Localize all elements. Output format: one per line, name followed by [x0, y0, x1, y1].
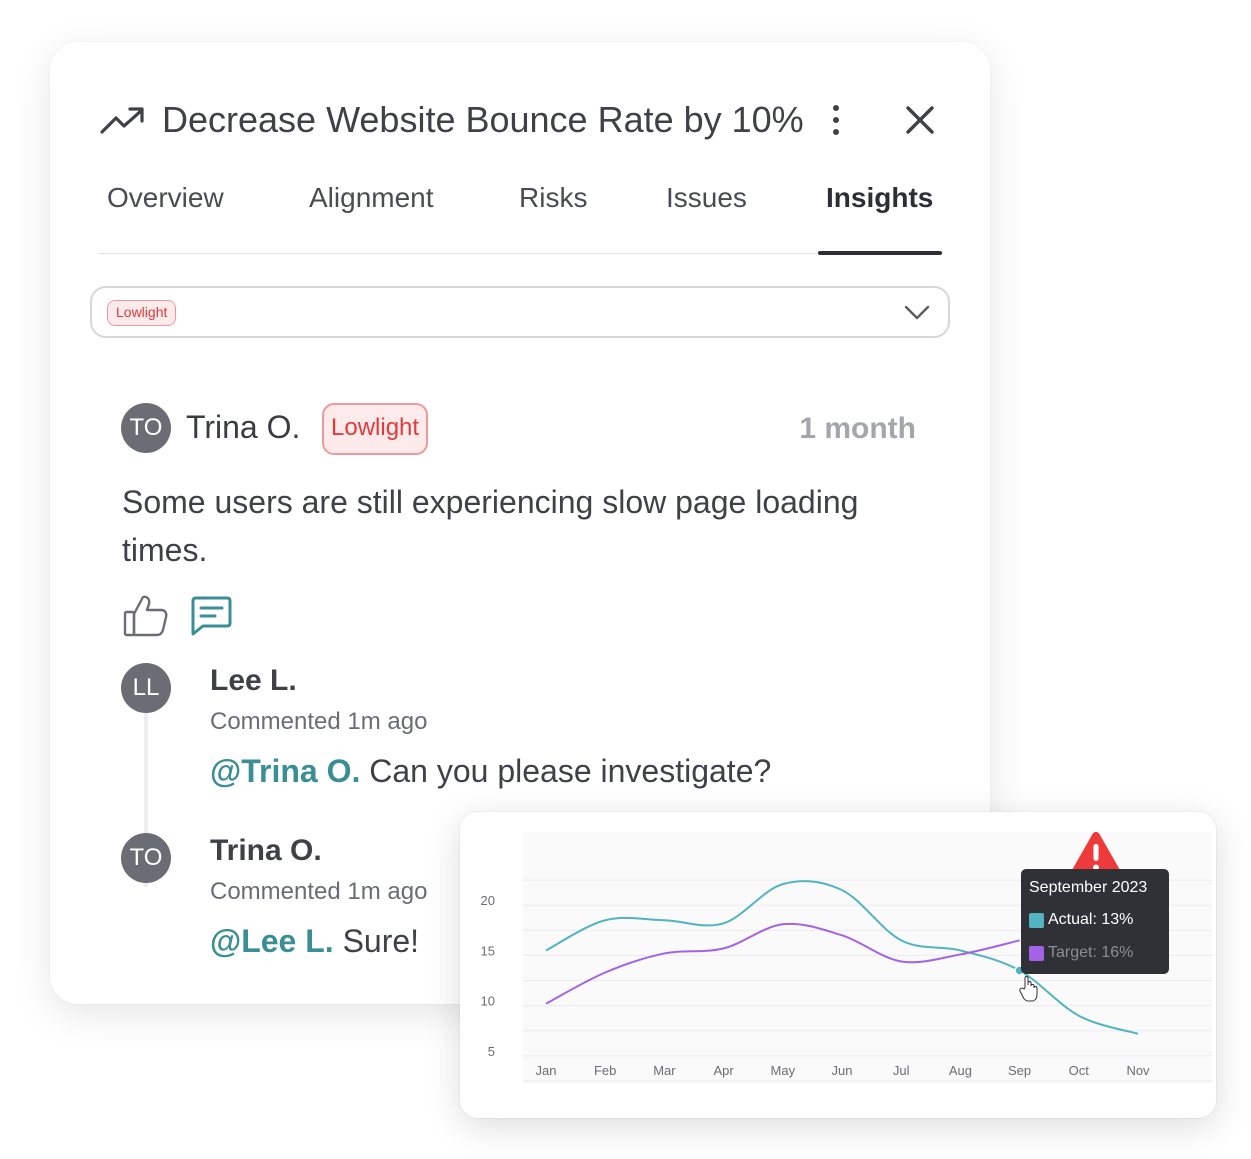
comment-meta: Commented 1m ago: [210, 878, 428, 905]
tab-risks[interactable]: Risks: [519, 182, 587, 214]
x-tick-label: Nov: [1126, 1063, 1150, 1078]
comment-meta: Commented 1m ago: [210, 708, 428, 735]
trending-up-icon: [100, 107, 144, 134]
post-time: 1 month: [799, 412, 916, 445]
thumbs-up-icon[interactable]: [123, 592, 169, 638]
x-tick-label: Oct: [1069, 1063, 1090, 1078]
x-tick-label: Apr: [713, 1063, 734, 1078]
status-badge: Lowlight: [322, 403, 429, 455]
x-tick-label: Feb: [594, 1063, 616, 1078]
x-tick-label: Jul: [893, 1063, 910, 1078]
mention-link[interactable]: @Lee L.: [210, 923, 334, 959]
x-tick-label: Jun: [832, 1063, 853, 1078]
tab-insights[interactable]: Insights: [826, 182, 933, 214]
comment-body: @Lee L. Sure!: [210, 923, 419, 960]
post-text: Some users are still experiencing slow p…: [122, 484, 859, 568]
actual-swatch: [1029, 912, 1044, 928]
chevron-down-icon: [904, 305, 930, 320]
x-tick-label: Mar: [653, 1063, 676, 1078]
comment-author: Trina O.: [210, 834, 322, 867]
avatar: TO: [121, 403, 171, 453]
tab-issues[interactable]: Issues: [666, 182, 747, 214]
avatar: TO: [121, 833, 171, 883]
tab-alignment[interactable]: Alignment: [309, 182, 434, 214]
y-tick-label: 20: [481, 893, 495, 908]
mention-link[interactable]: @Trina O.: [210, 753, 360, 789]
x-tick-label: Sep: [1008, 1063, 1031, 1078]
avatar: LL: [121, 663, 171, 713]
tab-overview[interactable]: Overview: [107, 182, 224, 214]
chart-card: 20 15 10 5 Jan Feb Mar Apr May Jun Jul Aug Sep Oct Nov…: [460, 812, 1216, 1118]
tooltip-target-row: Target: 16%: [1029, 944, 1133, 962]
y-tick-label: 10: [481, 994, 495, 1009]
kebab-menu-icon[interactable]: [824, 102, 848, 138]
comment-body: @Trina O. Can you please investigate?: [210, 753, 771, 790]
close-icon[interactable]: [902, 102, 938, 138]
tooltip-target: Target: 16%: [1048, 944, 1134, 961]
target-swatch: [1029, 945, 1044, 961]
x-tick-label: Aug: [949, 1063, 972, 1078]
chart-tooltip: September 2023 Actual: 13% Target: 16%: [1021, 869, 1169, 974]
selected-filter-chip: Lowlight: [107, 300, 177, 326]
comment-text: Can you please investigate?: [360, 753, 772, 789]
title-row: Decrease Website Bounce Rate by 10%: [100, 98, 940, 142]
y-tick-label: 15: [481, 943, 495, 958]
comment-icon[interactable]: [189, 595, 233, 637]
x-tick-label: Jan: [536, 1063, 557, 1078]
insight-type-select[interactable]: Lowlight: [90, 286, 950, 338]
tooltip-actual: Actual: 13%: [1048, 911, 1134, 928]
active-tab-indicator: [818, 251, 942, 255]
page-title: Decrease Website Bounce Rate by 10%: [162, 99, 804, 140]
comment-author: Lee L.: [210, 664, 297, 697]
tooltip-actual-row: Actual: 13%: [1029, 911, 1133, 929]
x-tick-label: May: [771, 1063, 796, 1078]
post-author: Trina O.: [186, 409, 301, 445]
comment-text: Sure!: [333, 923, 420, 959]
tab-bar: Overview Alignment Risks Issues Insights: [98, 168, 943, 255]
y-tick-label: 5: [488, 1044, 495, 1059]
tooltip-title: September 2023: [1029, 879, 1148, 896]
